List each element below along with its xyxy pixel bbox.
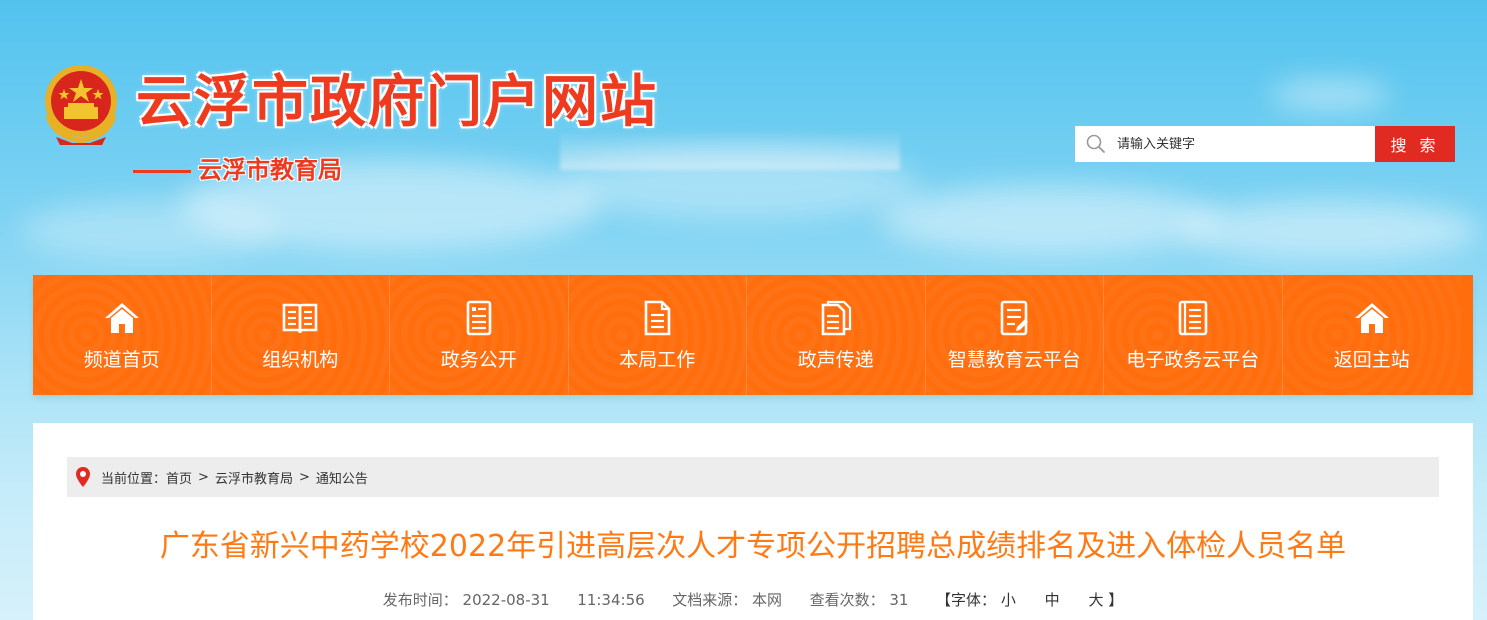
views-label: 查看次数： bbox=[809, 591, 885, 609]
cloud-decoration bbox=[20, 200, 280, 260]
national-emblem-logo bbox=[45, 65, 117, 145]
source-label: 文档来源： bbox=[672, 591, 748, 609]
nav-item-smart-education-cloud[interactable]: 智慧教育云平台 bbox=[925, 275, 1104, 395]
breadcrumb-department-link[interactable]: 云浮市教育局 bbox=[215, 468, 293, 487]
search-input[interactable] bbox=[1117, 136, 1357, 152]
font-size-small-button[interactable]: 小 bbox=[1001, 589, 1016, 611]
nav-label: 政声传递 bbox=[797, 349, 874, 371]
nav-label: 本局工作 bbox=[619, 349, 696, 371]
home-icon bbox=[104, 303, 139, 333]
breadcrumb: 当前位置： 首页 > 云浮市教育局 > 通知公告 bbox=[67, 457, 1439, 497]
breadcrumb-home-link[interactable]: 首页 bbox=[166, 468, 192, 487]
cloud-decoration bbox=[1180, 200, 1480, 260]
location-pin-icon bbox=[76, 467, 90, 487]
publish-label: 发布时间： bbox=[382, 591, 458, 609]
nav-label: 电子政务云平台 bbox=[1126, 349, 1260, 371]
file-list-icon bbox=[644, 300, 671, 336]
breadcrumb-separator: > bbox=[198, 469, 209, 485]
cloud-decoration bbox=[880, 185, 1220, 255]
nav-item-organization[interactable]: 组织机构 bbox=[211, 275, 390, 395]
nav-item-return-main-site[interactable]: 返回主站 bbox=[1282, 275, 1461, 395]
book-icon bbox=[282, 303, 318, 334]
article-title: 广东省新兴中药学校2022年引进高层次人才专项公开招聘总成绩排名及进入体检人员名… bbox=[159, 529, 1347, 564]
nav-item-bureau-work[interactable]: 本局工作 bbox=[568, 275, 747, 395]
nav-item-government-affairs[interactable]: 政务公开 bbox=[390, 275, 569, 395]
city-skyline-decoration bbox=[560, 130, 900, 170]
department-title: 云浮市教育局 bbox=[198, 156, 342, 184]
main-nav: 频道首页 组织机构 政务公开 本局工作 政声传递 智慧教育云平台 电子政务云平台… bbox=[33, 275, 1473, 395]
publish-date: 2022-08-31 bbox=[462, 591, 550, 609]
nav-label: 返回主站 bbox=[1333, 349, 1410, 371]
font-size-large-button[interactable]: 大 bbox=[1088, 589, 1103, 611]
nav-label: 组织机构 bbox=[262, 349, 339, 371]
nav-item-policy-voice[interactable]: 政声传递 bbox=[747, 275, 926, 395]
search-box bbox=[1075, 126, 1375, 162]
font-size-label: 【字体： bbox=[936, 591, 997, 609]
breadcrumb-notices-link[interactable]: 通知公告 bbox=[316, 468, 368, 487]
document-icon bbox=[466, 300, 492, 336]
form-icon bbox=[1000, 300, 1029, 336]
publish-time: 11:34:56 bbox=[577, 591, 645, 609]
nav-item-channel-home[interactable]: 频道首页 bbox=[33, 275, 212, 395]
source-value: 本网 bbox=[752, 591, 783, 609]
cloud-decoration bbox=[1270, 80, 1390, 110]
nav-label: 智慧教育云平台 bbox=[947, 349, 1081, 371]
article-meta: 发布时间： 2022-08-31 11:34:56 文档来源： 本网 查看次数：… bbox=[33, 589, 1473, 611]
content-panel: 当前位置： 首页 > 云浮市教育局 > 通知公告 广东省新兴中药学校2022年引… bbox=[33, 423, 1473, 620]
breadcrumb-separator: > bbox=[298, 469, 310, 485]
nav-label: 频道首页 bbox=[83, 349, 160, 371]
ledger-icon bbox=[1178, 300, 1208, 336]
search-icon bbox=[1086, 134, 1105, 153]
nav-item-e-government-cloud[interactable]: 电子政务云平台 bbox=[1104, 275, 1283, 395]
site-title: 云浮市政府门户网站 bbox=[136, 70, 658, 135]
breadcrumb-prefix: 当前位置： bbox=[101, 471, 167, 487]
nav-label: 政务公开 bbox=[440, 349, 517, 371]
font-size-label-close: 】 bbox=[1108, 591, 1124, 609]
search-button[interactable]: 搜 索 bbox=[1375, 126, 1455, 162]
font-size-medium-button[interactable]: 中 bbox=[1045, 589, 1060, 611]
files-icon bbox=[821, 300, 851, 336]
sub-title-dash bbox=[133, 170, 191, 173]
views-count: 31 bbox=[889, 591, 909, 609]
home-icon bbox=[1354, 303, 1389, 333]
